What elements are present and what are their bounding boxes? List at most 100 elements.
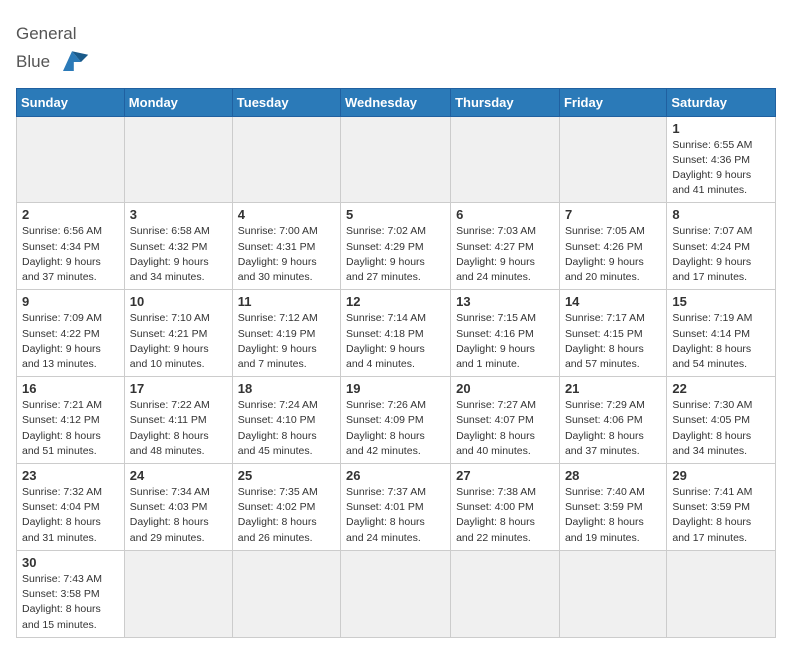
day-cell: 1 Sunrise: 6:55 AM Sunset: 4:36 PM Daylig…: [667, 116, 776, 203]
week-row-3: 16Sunrise: 7:21 AM Sunset: 4:12 PM Dayli…: [17, 377, 776, 464]
day-cell: [341, 116, 451, 203]
day-number: 29: [672, 468, 770, 483]
day-info: Sunrise: 7:02 AM Sunset: 4:29 PM Dayligh…: [346, 224, 445, 285]
day-number: 30: [22, 555, 119, 570]
day-cell: 20 Sunrise: 7:27 AM Sunset: 4:07 PM Dayli…: [451, 377, 560, 464]
day-cell: 21 Sunrise: 7:29 AM Sunset: 4:06 PM Dayli…: [559, 377, 666, 464]
header-row: SundayMondayTuesdayWednesdayThursdayFrid…: [17, 88, 776, 116]
day-cell: 17 Sunrise: 7:22 AM Sunset: 4:11 PM Dayli…: [124, 377, 232, 464]
day-cell: 12Sunrise: 7:14 AM Sunset: 4:18 PM Dayli…: [341, 290, 451, 377]
day-cell: 9 Sunrise: 7:09 AM Sunset: 4:22 PM Daylig…: [17, 290, 125, 377]
day-number: 27: [456, 468, 554, 483]
day-number: 9: [22, 294, 119, 309]
day-cell: 14 Sunrise: 7:17 AM Sunset: 4:15 PM Dayli…: [559, 290, 666, 377]
day-number: 20: [456, 381, 554, 396]
day-number: 7: [565, 207, 661, 222]
day-number: 22: [672, 381, 770, 396]
day-cell: [124, 116, 232, 203]
day-number: 26: [346, 468, 445, 483]
day-info: Sunrise: 7:24 AM Sunset: 4:10 PM Dayligh…: [238, 398, 335, 459]
page-header: General Blue: [16, 16, 776, 80]
day-info: Sunrise: 6:56 AM Sunset: 4:34 PM Dayligh…: [22, 224, 119, 285]
day-cell: 18 Sunrise: 7:24 AM Sunset: 4:10 PM Dayli…: [232, 377, 340, 464]
day-cell: 16Sunrise: 7:21 AM Sunset: 4:12 PM Dayli…: [17, 377, 125, 464]
day-info: Sunrise: 7:34 AM Sunset: 4:03 PM Dayligh…: [130, 485, 227, 546]
day-info: Sunrise: 7:22 AM Sunset: 4:11 PM Dayligh…: [130, 398, 227, 459]
week-row-0: 1 Sunrise: 6:55 AM Sunset: 4:36 PM Daylig…: [17, 116, 776, 203]
day-cell: 3 Sunrise: 6:58 AM Sunset: 4:32 PM Daylig…: [124, 203, 232, 290]
day-cell: 7 Sunrise: 7:05 AM Sunset: 4:26 PM Daylig…: [559, 203, 666, 290]
day-info: Sunrise: 7:29 AM Sunset: 4:06 PM Dayligh…: [565, 398, 661, 459]
day-number: 5: [346, 207, 445, 222]
day-cell: [341, 550, 451, 637]
day-info: Sunrise: 7:05 AM Sunset: 4:26 PM Dayligh…: [565, 224, 661, 285]
day-info: Sunrise: 7:30 AM Sunset: 4:05 PM Dayligh…: [672, 398, 770, 459]
day-info: Sunrise: 7:15 AM Sunset: 4:16 PM Dayligh…: [456, 311, 554, 372]
week-row-5: 30 Sunrise: 7:43 AM Sunset: 3:58 PM Dayli…: [17, 550, 776, 637]
day-cell: [451, 550, 560, 637]
day-cell: [17, 116, 125, 203]
day-cell: [667, 550, 776, 637]
day-info: Sunrise: 7:43 AM Sunset: 3:58 PM Dayligh…: [22, 572, 119, 633]
calendar-table: SundayMondayTuesdayWednesdayThursdayFrid…: [16, 88, 776, 638]
day-number: 18: [238, 381, 335, 396]
day-info: Sunrise: 7:32 AM Sunset: 4:04 PM Dayligh…: [22, 485, 119, 546]
day-info: Sunrise: 7:03 AM Sunset: 4:27 PM Dayligh…: [456, 224, 554, 285]
day-cell: [559, 116, 666, 203]
day-info: Sunrise: 7:07 AM Sunset: 4:24 PM Dayligh…: [672, 224, 770, 285]
day-cell: [559, 550, 666, 637]
day-info: Sunrise: 7:37 AM Sunset: 4:01 PM Dayligh…: [346, 485, 445, 546]
day-number: 12: [346, 294, 445, 309]
logo: General Blue: [16, 24, 90, 80]
day-number: 3: [130, 207, 227, 222]
day-cell: 28 Sunrise: 7:40 AM Sunset: 3:59 PM Dayli…: [559, 464, 666, 551]
day-info: Sunrise: 7:00 AM Sunset: 4:31 PM Dayligh…: [238, 224, 335, 285]
day-info: Sunrise: 7:10 AM Sunset: 4:21 PM Dayligh…: [130, 311, 227, 372]
day-number: 8: [672, 207, 770, 222]
day-info: Sunrise: 7:19 AM Sunset: 4:14 PM Dayligh…: [672, 311, 770, 372]
day-info: Sunrise: 7:38 AM Sunset: 4:00 PM Dayligh…: [456, 485, 554, 546]
day-info: Sunrise: 7:27 AM Sunset: 4:07 PM Dayligh…: [456, 398, 554, 459]
day-cell: 30 Sunrise: 7:43 AM Sunset: 3:58 PM Dayli…: [17, 550, 125, 637]
day-number: 13: [456, 294, 554, 309]
day-number: 15: [672, 294, 770, 309]
header-wednesday: Wednesday: [341, 88, 451, 116]
day-info: Sunrise: 7:12 AM Sunset: 4:19 PM Dayligh…: [238, 311, 335, 372]
day-number: 14: [565, 294, 661, 309]
day-number: 1: [672, 121, 770, 136]
day-info: Sunrise: 7:17 AM Sunset: 4:15 PM Dayligh…: [565, 311, 661, 372]
day-info: Sunrise: 6:58 AM Sunset: 4:32 PM Dayligh…: [130, 224, 227, 285]
day-number: 25: [238, 468, 335, 483]
day-info: Sunrise: 7:35 AM Sunset: 4:02 PM Dayligh…: [238, 485, 335, 546]
day-cell: 24Sunrise: 7:34 AM Sunset: 4:03 PM Dayli…: [124, 464, 232, 551]
day-cell: 5 Sunrise: 7:02 AM Sunset: 4:29 PM Daylig…: [341, 203, 451, 290]
day-number: 17: [130, 381, 227, 396]
day-cell: 13 Sunrise: 7:15 AM Sunset: 4:16 PM Dayli…: [451, 290, 560, 377]
day-info: Sunrise: 6:55 AM Sunset: 4:36 PM Dayligh…: [672, 138, 770, 199]
day-cell: 15 Sunrise: 7:19 AM Sunset: 4:14 PM Dayli…: [667, 290, 776, 377]
day-number: 19: [346, 381, 445, 396]
week-row-4: 23 Sunrise: 7:32 AM Sunset: 4:04 PM Dayli…: [17, 464, 776, 551]
day-number: 21: [565, 381, 661, 396]
day-number: 23: [22, 468, 119, 483]
day-cell: 10 Sunrise: 7:10 AM Sunset: 4:21 PM Dayli…: [124, 290, 232, 377]
day-cell: [232, 116, 340, 203]
day-info: Sunrise: 7:09 AM Sunset: 4:22 PM Dayligh…: [22, 311, 119, 372]
header-sunday: Sunday: [17, 88, 125, 116]
day-info: Sunrise: 7:40 AM Sunset: 3:59 PM Dayligh…: [565, 485, 661, 546]
day-number: 28: [565, 468, 661, 483]
day-number: 4: [238, 207, 335, 222]
week-row-2: 9 Sunrise: 7:09 AM Sunset: 4:22 PM Daylig…: [17, 290, 776, 377]
day-cell: [124, 550, 232, 637]
week-row-1: 2Sunrise: 6:56 AM Sunset: 4:34 PM Daylig…: [17, 203, 776, 290]
day-cell: 27 Sunrise: 7:38 AM Sunset: 4:00 PM Dayli…: [451, 464, 560, 551]
header-tuesday: Tuesday: [232, 88, 340, 116]
day-cell: 29Sunrise: 7:41 AM Sunset: 3:59 PM Dayli…: [667, 464, 776, 551]
day-cell: [451, 116, 560, 203]
day-number: 10: [130, 294, 227, 309]
day-cell: 25 Sunrise: 7:35 AM Sunset: 4:02 PM Dayli…: [232, 464, 340, 551]
header-thursday: Thursday: [451, 88, 560, 116]
day-cell: 4 Sunrise: 7:00 AM Sunset: 4:31 PM Daylig…: [232, 203, 340, 290]
day-cell: 8 Sunrise: 7:07 AM Sunset: 4:24 PM Daylig…: [667, 203, 776, 290]
day-info: Sunrise: 7:26 AM Sunset: 4:09 PM Dayligh…: [346, 398, 445, 459]
